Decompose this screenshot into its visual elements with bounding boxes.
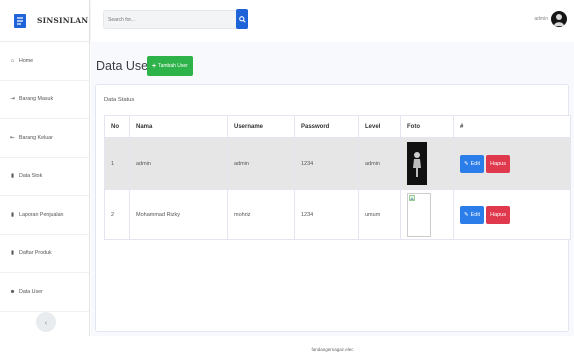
sidebar-item-label: Data User [19,288,43,295]
edit-button-label: Edit [470,211,481,218]
sidebar-toggle-button[interactable]: ‹ [36,312,56,332]
arrow-out-icon: ⇤ [10,134,15,141]
cell-nama: admin [129,137,228,190]
bar-chart-icon: ▮ [10,250,15,257]
cell-no: 1 [104,137,130,190]
cell-nama: Mohammad Rizky [129,189,228,240]
add-user-button-label: Tambah User [158,63,188,69]
search-input[interactable] [103,10,248,29]
cell-level: admin [358,137,401,190]
delete-button[interactable]: Hapus [486,154,510,173]
column-header-username: Username [227,115,295,138]
footer-text: fandangernagaz.elec [311,346,354,352]
sidebar-item-barang-masuk[interactable]: ⇥ Barang Masuk [0,81,89,119]
user-table: No Nama Username Password Level Foto # 1… [104,115,571,240]
table-header-row: No Nama Username Password Level Foto # [104,115,571,138]
sidebar-item-label: Data Stok [19,173,43,180]
edit-button[interactable]: ✎ Edit [460,205,485,224]
footer: fandangernagaz.elec [91,336,574,362]
edit-icon: ✎ [464,160,469,167]
table-row[interactable]: 1 admin admin 1234 admin ✎ Edit Hapus [104,137,571,190]
delete-button[interactable]: Hapus [486,205,510,224]
avatar[interactable] [551,11,567,27]
arrow-in-icon: ⇥ [10,96,15,103]
cell-level: umum [358,189,401,240]
sidebar-item-data-user[interactable]: ☻ Data User [0,273,89,312]
card-header: Data Status [104,97,135,103]
cell-foto [400,137,454,190]
sidebar-item-daftar-produk[interactable]: ▮ Daftar Produk [0,235,89,273]
column-header-no: No [104,115,130,138]
cell-actions: ✎ Edit Hapus [453,137,571,190]
sidebar-item-home[interactable]: ⌂ Home [0,42,89,81]
bar-chart-icon: ▮ [10,173,15,180]
sidebar-toggle-wrap: ‹ [36,312,56,332]
user-table-card: Data Status No Nama Username Password Le… [95,84,571,332]
broken-image-icon [407,192,431,237]
plus-icon: + [152,62,157,70]
column-header-nama: Nama [129,115,228,138]
search-icon [238,10,246,28]
cell-username: admin [227,137,295,190]
cell-actions: ✎ Edit Hapus [453,189,571,240]
sidebar-item-label: Laporan Penjualan [19,211,64,218]
home-icon: ⌂ [10,57,15,64]
sidebar-item-data-stok[interactable]: ▮ Data Stok [0,158,89,196]
main-content: Data User + Tambah User Data Status No N… [91,42,574,336]
table-row[interactable]: 2 Mohammad Rizky mohriz 1234 umum ✎ Edit… [104,189,571,240]
cell-password: 1234 [294,137,359,190]
sidebar-item-label: Daftar Produk [19,250,52,257]
sidebar-item-laporan-penjualan[interactable]: ▮ Laporan Penjualan [0,196,89,235]
bar-chart-icon: ▮ [10,211,15,218]
column-header-actions: # [453,115,571,138]
sidebar-item-label: Home [19,57,34,64]
column-header-password: Password [294,115,359,138]
sidebar-nav: ⌂ Home ⇥ Barang Masuk ⇤ Barang Keluar ▮ … [0,42,89,312]
sidebar: SINSINLAN ⌂ Home ⇥ Barang Masuk ⇤ Barang… [0,0,90,336]
cell-username: mohriz [227,189,295,240]
cell-no: 2 [104,189,130,240]
cell-password: 1234 [294,189,359,240]
column-header-foto: Foto [400,115,454,138]
brand-name: SINSINLAN [37,16,89,25]
brand[interactable]: SINSINLAN [0,0,89,42]
search-button[interactable] [236,9,248,29]
user-photo [407,142,427,185]
topbar: admin [91,0,574,42]
edit-icon: ✎ [464,211,469,218]
edit-button[interactable]: ✎ Edit [460,154,485,173]
add-user-button[interactable]: + Tambah User [147,56,193,76]
users-icon: ☻ [9,288,16,295]
sidebar-item-label: Barang Keluar [19,134,53,141]
edit-button-label: Edit [470,160,481,167]
sidebar-item-barang-keluar[interactable]: ⇤ Barang Keluar [0,119,89,158]
cell-foto [400,189,454,240]
user-name[interactable]: admin [534,16,548,22]
sidebar-item-label: Barang Masuk [19,96,54,103]
brand-logo-icon [12,12,28,30]
page-title: Data User [96,59,153,73]
column-header-level: Level [358,115,401,138]
